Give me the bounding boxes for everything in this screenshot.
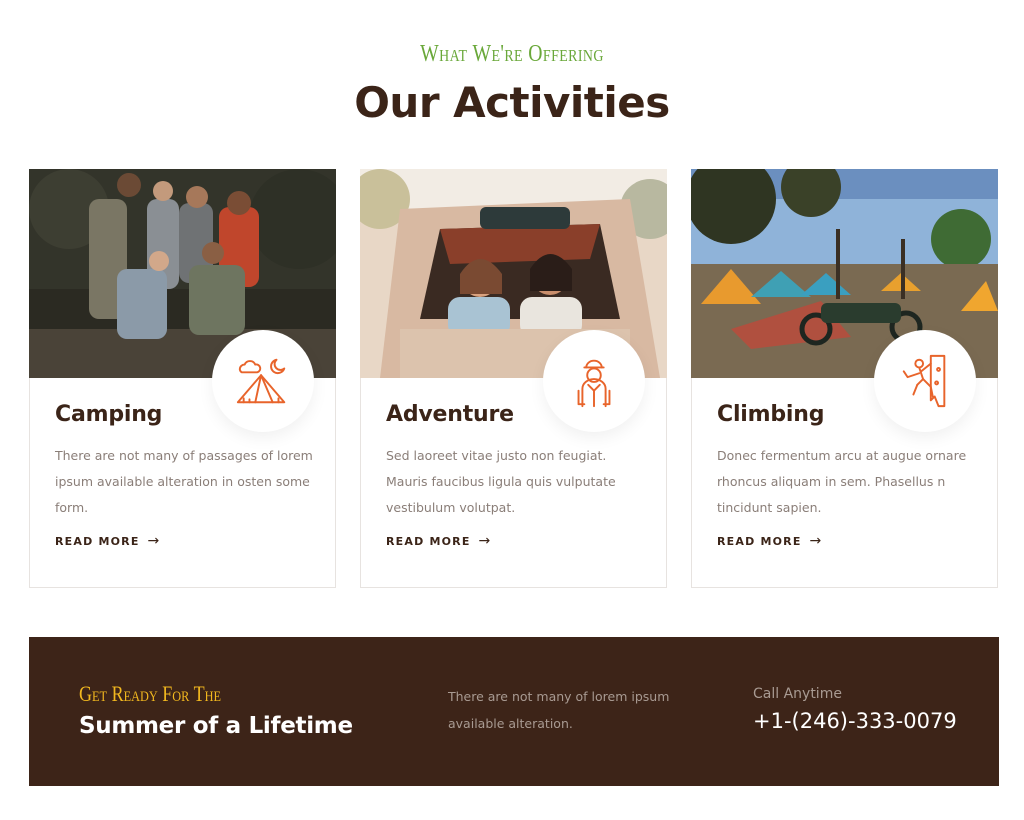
arrow-right-icon: → [147, 533, 161, 549]
banner-eyebrow: Get Ready For The [79, 681, 221, 706]
read-more-label: READ MORE [55, 534, 140, 548]
read-more-link-adventure[interactable]: READ MORE → [386, 533, 491, 549]
banner-title: Summer of a Lifetime [79, 713, 353, 739]
read-more-link-camping[interactable]: READ MORE → [55, 533, 160, 549]
activity-card-climbing: Climbing Donec fermentum arcu at augue o… [691, 169, 998, 588]
arrow-right-icon: → [809, 533, 823, 549]
activity-cards: Camping There are not many of passages o… [29, 169, 999, 588]
camping-tent-icon-badge [212, 330, 314, 432]
read-more-label: READ MORE [717, 534, 802, 548]
cta-banner: Get Ready For The Summer of a Lifetime T… [29, 637, 999, 786]
phone-number-link[interactable]: +1-(246)-333-0079 [753, 709, 957, 733]
activity-card-camping: Camping There are not many of passages o… [29, 169, 336, 588]
hiker-icon-badge [543, 330, 645, 432]
climbing-wall-icon [902, 354, 946, 408]
camping-tent-icon [236, 358, 286, 404]
card-title: Camping [55, 402, 163, 427]
hiker-icon [577, 359, 611, 408]
climbing-wall-icon-badge [874, 330, 976, 432]
banner-text: There are not many of lorem ipsum availa… [448, 689, 670, 731]
card-title: Climbing [717, 402, 825, 427]
section-header: What We're Offering Our Activities [0, 40, 1024, 128]
card-description: Sed laoreet vitae justo non feugiat. Mau… [386, 448, 616, 515]
read-more-label: READ MORE [386, 534, 471, 548]
call-anytime-label: Call Anytime [753, 686, 842, 702]
section-eyebrow: What We're Offering [420, 41, 604, 67]
section-title: Our Activities [354, 78, 670, 127]
read-more-link-climbing[interactable]: READ MORE → [717, 533, 822, 549]
card-description: There are not many of passages of lorem … [55, 448, 313, 515]
card-title: Adventure [386, 402, 514, 427]
arrow-right-icon: → [478, 533, 492, 549]
activity-card-adventure: Adventure Sed laoreet vitae justo non fe… [360, 169, 667, 588]
card-description: Donec fermentum arcu at augue ornare rho… [717, 448, 967, 515]
